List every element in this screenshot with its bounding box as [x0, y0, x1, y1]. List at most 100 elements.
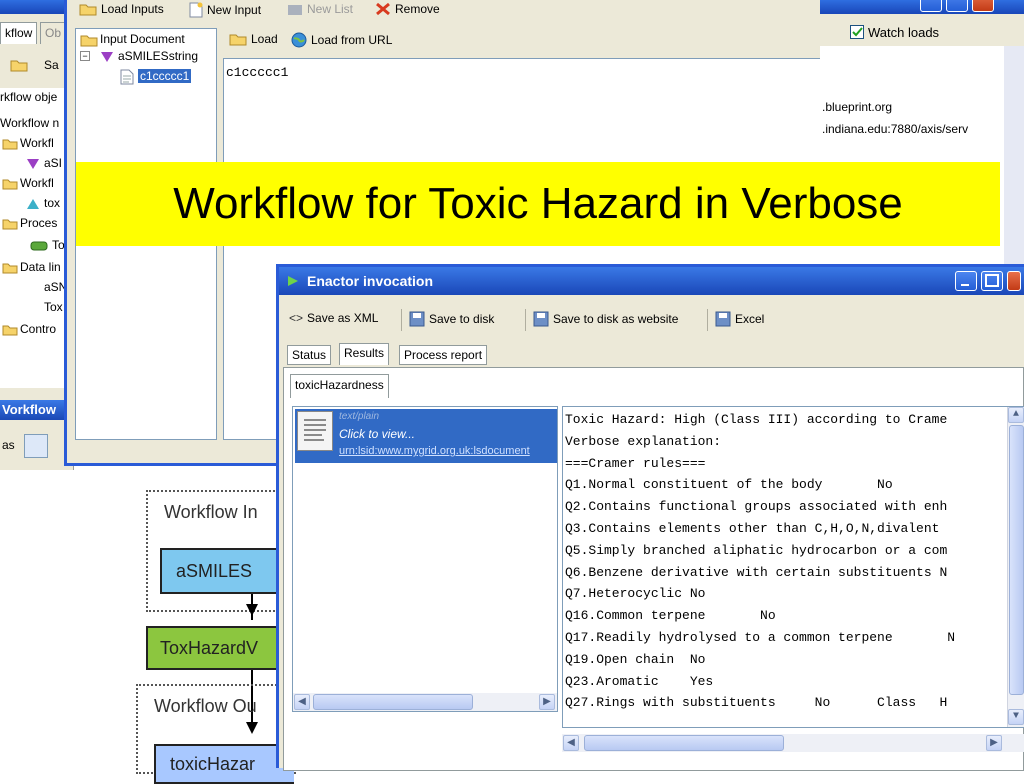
scroll-thumb[interactable]	[584, 735, 784, 751]
enactor-tabs: Status Results Process report	[287, 343, 587, 365]
scroll-thumb[interactable]	[1009, 425, 1024, 695]
excel-button[interactable]: Excel	[715, 311, 764, 327]
scroll-right-icon[interactable]: ▶	[539, 694, 555, 710]
minimize-button[interactable]	[955, 271, 977, 291]
checkbox-checked-icon	[850, 25, 864, 39]
folder-open-icon	[229, 34, 247, 46]
arrow-head-icon	[246, 604, 258, 616]
load-inputs-button[interactable]: Load Inputs	[79, 2, 164, 16]
result-line: Q6.Benzene derivative with certain subst…	[565, 564, 948, 580]
new-input-button[interactable]: New Input	[189, 2, 261, 18]
load-label: Load	[251, 32, 278, 46]
folder-icon	[2, 262, 18, 277]
scroll-left-icon[interactable]: ◀	[563, 735, 579, 751]
save-as-website-button[interactable]: Save to disk as website	[533, 311, 678, 327]
floppy-disk-icon	[533, 311, 549, 327]
result-text-hscrollbar[interactable]: ◀ ▶	[562, 734, 1024, 752]
result-line: Q5.Simply branched aliphatic hydrocarbon…	[565, 542, 948, 558]
triangle-down-icon	[26, 158, 40, 173]
scroll-left-icon[interactable]: ◀	[294, 694, 310, 710]
tab-status[interactable]: Status	[287, 345, 332, 365]
triangle-down-icon	[100, 51, 114, 66]
enactor-title: Enactor invocation	[307, 273, 434, 289]
tab-process-report[interactable]: Process report	[399, 345, 488, 365]
result-line: Q17.Readily hydrolysed to a common terpe…	[565, 630, 956, 645]
new-list-button[interactable]: New List	[287, 2, 353, 16]
result-line: Q1.Normal constituent of the body No	[565, 477, 893, 493]
load-url-label: Load from URL	[311, 33, 393, 47]
new-input-label: New Input	[207, 3, 262, 17]
tree-item[interactable]: aSN	[0, 278, 67, 296]
load-url-button[interactable]: Load from URL	[291, 32, 392, 48]
mime-type-label: text/plain	[339, 411, 380, 422]
tab-toxic-hazardness[interactable]: toxicHazardness	[290, 374, 389, 398]
tab-workflow[interactable]: kflow	[0, 22, 38, 44]
bottom-label: as	[2, 438, 15, 452]
workbench-window: kflow Ob Sa rkflow obje Workflow n Workf…	[0, 0, 74, 470]
processor-node[interactable]: ToxHazardV	[146, 626, 296, 670]
folder-icon[interactable]	[10, 58, 28, 72]
toolbar-separator	[707, 309, 708, 331]
result-line: Q16.Common terpene No	[565, 608, 776, 624]
tab-objects[interactable]: Ob	[40, 22, 67, 44]
maximize-button[interactable]	[946, 0, 968, 12]
value-toolbar: Load Load from URL	[223, 30, 803, 54]
minimize-button[interactable]	[920, 0, 942, 12]
scroll-thumb[interactable]	[313, 694, 473, 710]
tree-item[interactable]: rkflow obje	[0, 88, 57, 106]
scroll-right-icon[interactable]: ▶	[986, 735, 1002, 751]
slide-title: Workflow for Toxic Hazard in Verbose	[76, 162, 1000, 246]
watch-loads-checkbox[interactable]: Watch loads	[850, 22, 1010, 42]
new-list-label: New List	[307, 2, 354, 16]
output-node[interactable]: toxicHazar	[154, 744, 294, 784]
lsid-link[interactable]: urn:lsid:www.mygrid.org.uk:lsdocument	[339, 445, 530, 457]
tab-results[interactable]: Results	[339, 343, 390, 365]
result-list-item[interactable]: text/plain Click to view... urn:lsid:www…	[295, 409, 557, 463]
result-vscrollbar[interactable]: ▲ ▼	[1007, 407, 1024, 727]
save-as-xml-button[interactable]: <> Save as XML	[289, 311, 378, 325]
toolbar-separator	[401, 309, 402, 331]
workbench-toolbar: Sa	[0, 56, 74, 80]
scroll-up-icon[interactable]: ▲	[1008, 407, 1024, 423]
document-icon	[120, 69, 134, 88]
result-line: Q23.Aromatic Yes	[565, 673, 714, 689]
save-to-disk-button[interactable]: Save to disk	[409, 311, 494, 327]
result-line: Q19.Open chain No	[565, 651, 706, 667]
processor-icon	[30, 240, 48, 255]
list-item[interactable]: .indiana.edu:7880/axis/serv	[822, 122, 968, 136]
workflow-outputs-label: Workflow Ou	[154, 696, 257, 716]
workbench-titlebar	[0, 0, 74, 14]
maximize-button[interactable]	[981, 271, 1003, 291]
save-button[interactable]: Sa	[44, 58, 59, 72]
watch-loads-label: Watch loads	[868, 24, 940, 40]
scroll-down-icon[interactable]: ▼	[1008, 709, 1024, 725]
list-icon	[288, 5, 302, 15]
tree-item[interactable]: Tox	[0, 298, 63, 316]
tree-item[interactable]: Workflow n	[0, 114, 59, 132]
collapse-icon[interactable]: −	[80, 51, 90, 61]
load-button[interactable]: Load	[229, 32, 278, 46]
remove-label: Remove	[395, 2, 440, 16]
list-item[interactable]: .blueprint.org	[822, 100, 892, 114]
result-text-area[interactable]: Toxic Hazard: High (Class III) according…	[562, 406, 1024, 728]
result-line: Q7.Heterocyclic No	[565, 586, 706, 602]
result-line: Q27.Rings with substituents No Class H	[565, 695, 948, 711]
result-list-hscrollbar[interactable]: ◀ ▶	[293, 693, 557, 711]
tree-root-label[interactable]: Input Document	[100, 32, 185, 46]
result-line: Q2.Contains functional groups associated…	[565, 499, 948, 515]
folder-icon	[2, 218, 18, 233]
document-icon[interactable]	[24, 434, 48, 458]
workflow-diagram: Workflow In aSMILES ToxHazardV Workflow …	[136, 484, 306, 784]
results-panel: toxicHazardness text/plain Click to view…	[283, 367, 1024, 771]
folder-icon	[2, 138, 18, 153]
folder-icon	[2, 178, 18, 193]
remove-button[interactable]: Remove	[375, 2, 440, 16]
click-to-view-label: Click to view...	[339, 427, 416, 441]
input-name-label[interactable]: aSMILESstring	[118, 49, 198, 63]
floppy-disk-icon	[715, 311, 731, 327]
document-icon	[297, 411, 333, 451]
close-button[interactable]	[972, 0, 994, 12]
value-node-selected[interactable]: c1ccccc1	[138, 69, 192, 83]
close-button[interactable]	[1007, 271, 1021, 291]
result-line: ===Cramer rules===	[565, 455, 706, 471]
